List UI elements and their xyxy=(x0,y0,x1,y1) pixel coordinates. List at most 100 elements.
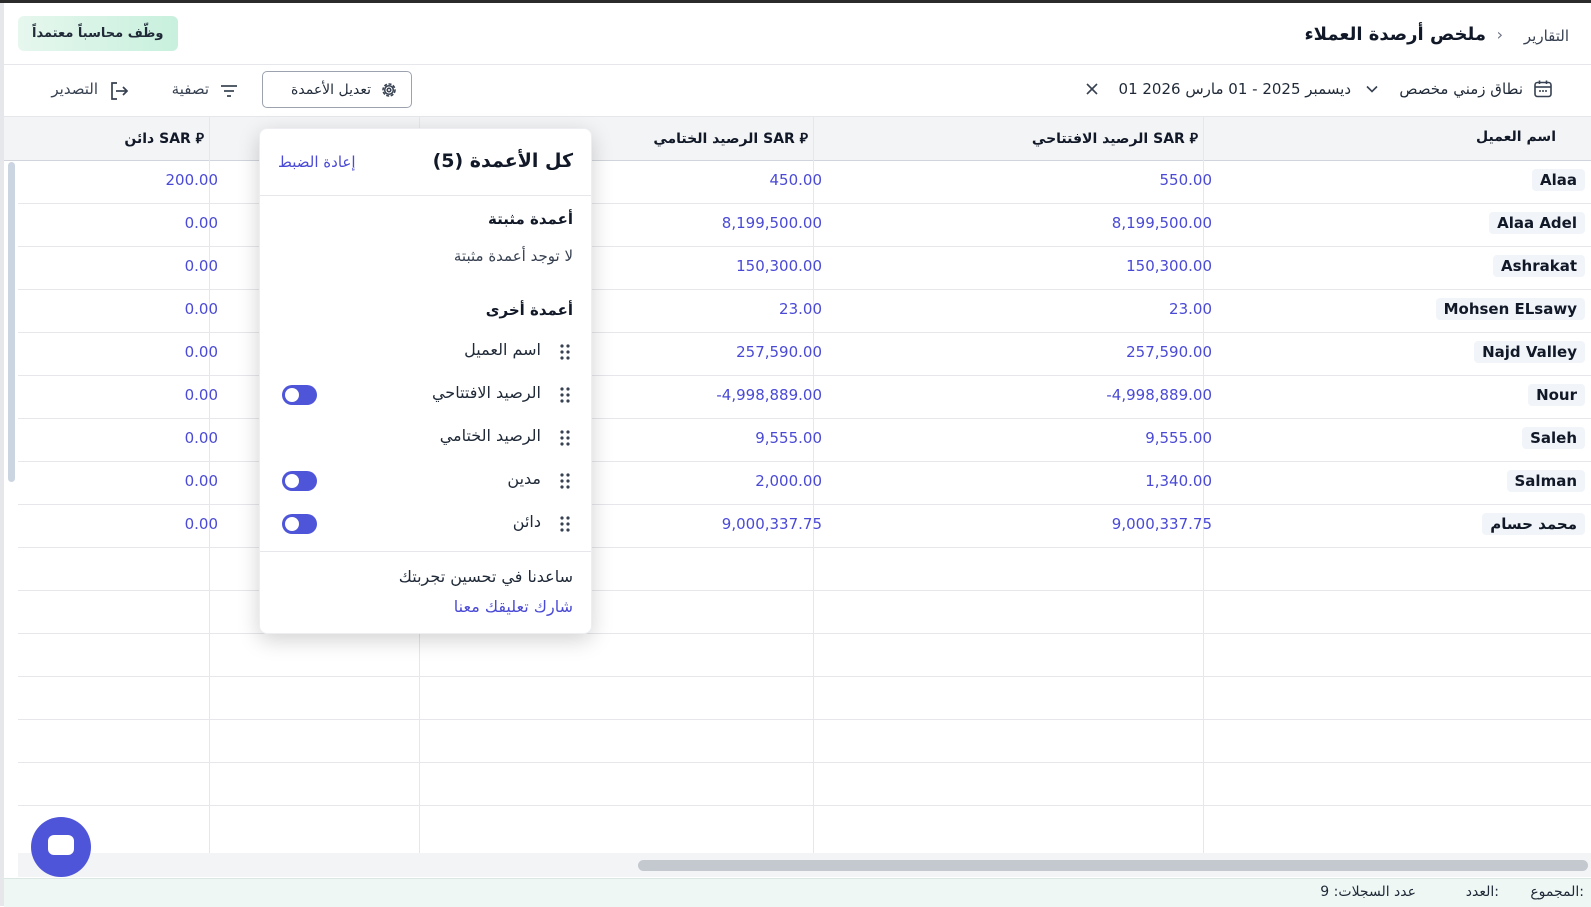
column-option-label: الرصيد الافتتاحي xyxy=(431,383,541,402)
closing-balance-cell: 8,199,500.00 xyxy=(721,214,822,232)
pin-column-toggle[interactable] xyxy=(282,514,317,534)
export-label: التصدير xyxy=(51,80,98,98)
column-option-opening-balance[interactable]: الرصيد الافتتاحي xyxy=(260,380,591,410)
opening-balance-cell: 150,300.00 xyxy=(1126,257,1212,275)
horizontal-scrollbar-thumb[interactable] xyxy=(638,860,1588,871)
report-toolbar: نطاق زمني مخصص 01 ديسمبر 2025 - 01 مارس … xyxy=(4,64,1591,117)
export-button[interactable]: التصدير xyxy=(40,78,130,104)
empty-row xyxy=(18,547,1591,591)
column-header-credit[interactable]: دائن SAR ⃁ xyxy=(124,129,204,147)
table-footer-summary: المجموع: العدد: عدد السجلات: 9 xyxy=(4,878,1591,907)
closing-balance-cell: -4,998,889.00 xyxy=(716,386,822,404)
opening-balance-cell: 257,590.00 xyxy=(1126,343,1212,361)
pin-column-toggle[interactable] xyxy=(282,471,317,491)
column-option-label: دائن xyxy=(512,512,541,531)
customer-name-cell[interactable]: Nour xyxy=(1528,384,1585,406)
table-row[interactable]: Nour -4,998,889.00 -4,998,889.00 0.00 xyxy=(18,375,1591,419)
drag-handle-icon[interactable] xyxy=(559,386,571,404)
chat-bubble-icon xyxy=(48,835,74,855)
customer-name-cell[interactable]: Alaa Adel xyxy=(1489,212,1585,234)
page-title: ملخص أرصدة العملاء xyxy=(1304,24,1486,45)
gear-icon xyxy=(382,83,396,97)
column-option-label: مدين xyxy=(507,469,541,488)
credit-cell: 0.00 xyxy=(184,386,218,404)
footer-records-count: عدد السجلات: 9 xyxy=(1320,884,1416,900)
filter-button[interactable]: تصفية xyxy=(159,78,239,104)
column-option-debit[interactable]: مدين xyxy=(260,466,591,496)
closing-balance-cell: 9,000,337.75 xyxy=(721,515,822,533)
pinned-columns-heading: أعمدة مثبتة xyxy=(488,210,573,228)
export-icon xyxy=(111,82,129,100)
closing-balance-cell: 23.00 xyxy=(779,300,822,318)
page-header: التقارير › ملخص أرصدة العملاء وظّف محاسب… xyxy=(4,3,1591,65)
customer-name-cell[interactable]: Saleh xyxy=(1522,427,1585,449)
customer-name-cell[interactable]: Najd Valley xyxy=(1474,341,1585,363)
breadcrumb-separator: › xyxy=(1496,25,1503,44)
credit-cell: 0.00 xyxy=(184,472,218,490)
empty-row xyxy=(18,676,1591,720)
table-row[interactable]: Najd Valley 257,590.00 257,590.00 0.00 xyxy=(18,332,1591,376)
table-row[interactable]: Mohsen ELsawy 23.00 23.00 0.00 xyxy=(18,289,1591,333)
drag-handle-icon[interactable] xyxy=(559,515,571,533)
opening-balance-cell: 1,340.00 xyxy=(1145,472,1212,490)
customer-balances-table: اسم العميل الرصيد الافتتاحي SAR ⃁ الرصيد… xyxy=(4,117,1591,877)
customer-name-cell[interactable]: Mohsen ELsawy xyxy=(1435,298,1585,320)
feedback-prompt: ساعدنا في تحسين تجربتك xyxy=(398,567,573,586)
chevron-down-icon[interactable] xyxy=(1365,82,1379,96)
reset-columns-link[interactable]: إعادة الضبط xyxy=(278,153,356,171)
chat-support-button[interactable] xyxy=(31,817,91,877)
customer-name-cell[interactable]: Ashrakat xyxy=(1492,255,1585,277)
table-row[interactable]: Saleh 9,555.00 9,555.00 0.00 xyxy=(18,418,1591,462)
date-range-type-select[interactable]: نطاق زمني مخصص xyxy=(1399,80,1523,98)
credit-cell: 0.00 xyxy=(184,343,218,361)
customer-name-cell[interactable]: Alaa xyxy=(1532,169,1585,191)
drag-handle-icon[interactable] xyxy=(559,343,571,361)
other-columns-heading: أعمدة أخرى xyxy=(485,301,573,319)
breadcrumb-reports-link[interactable]: التقارير xyxy=(1524,27,1569,45)
customer-name-cell[interactable]: Salman xyxy=(1506,470,1585,492)
table-row[interactable]: Ashrakat 150,300.00 150,300.00 0.00 xyxy=(18,246,1591,290)
edit-columns-button[interactable]: تعديل الأعمدة xyxy=(262,71,412,108)
opening-balance-cell: 8,199,500.00 xyxy=(1111,214,1212,232)
closing-balance-cell: 2,000.00 xyxy=(755,472,822,490)
column-option-customer-name[interactable]: اسم العميل xyxy=(260,337,591,367)
customer-name-cell[interactable]: محمد حسام xyxy=(1482,513,1585,535)
closing-balance-cell: 150,300.00 xyxy=(736,257,822,275)
drag-handle-icon[interactable] xyxy=(559,429,571,447)
pin-column-toggle[interactable] xyxy=(282,385,317,405)
opening-balance-cell: 9,555.00 xyxy=(1145,429,1212,447)
toggle-knob xyxy=(285,388,299,402)
filter-label: تصفية xyxy=(171,80,209,98)
column-header-customer-name[interactable]: اسم العميل xyxy=(1476,129,1556,145)
edit-columns-label: تعديل الأعمدة xyxy=(291,82,371,98)
table-row[interactable]: محمد حسام 9,000,337.75 9,000,337.75 0.00 xyxy=(18,504,1591,548)
opening-balance-cell: 9,000,337.75 xyxy=(1111,515,1212,533)
date-range-value[interactable]: 01 ديسمبر 2025 - 01 مارس 2026 xyxy=(1119,80,1351,98)
hire-accountant-button[interactable]: وظّف محاسباً معتمداً xyxy=(18,16,178,51)
empty-row xyxy=(18,633,1591,677)
credit-cell: 0.00 xyxy=(184,300,218,318)
table-row[interactable]: Salman 1,340.00 2,000.00 0.00 xyxy=(18,461,1591,505)
share-feedback-link[interactable]: شارك تعليقك معنا xyxy=(454,597,573,616)
table-row[interactable]: Alaa Adel 8,199,500.00 8,199,500.00 0.00 xyxy=(18,203,1591,247)
column-header-opening-balance[interactable]: الرصيد الافتتاحي SAR ⃁ xyxy=(1032,129,1198,147)
vertical-scrollbar[interactable] xyxy=(8,162,15,482)
column-option-credit[interactable]: دائن xyxy=(260,509,591,539)
toggle-knob xyxy=(285,517,299,531)
column-option-closing-balance[interactable]: الرصيد الختامي xyxy=(260,423,591,453)
table-row[interactable]: Alaa 550.00 450.00 200.00 xyxy=(18,160,1591,204)
column-option-label: الرصيد الختامي xyxy=(439,426,541,445)
column-option-label: اسم العميل xyxy=(464,340,541,359)
closing-balance-cell: 450.00 xyxy=(769,171,823,189)
empty-row xyxy=(18,719,1591,763)
credit-cell: 0.00 xyxy=(184,214,218,232)
opening-balance-cell: 23.00 xyxy=(1169,300,1212,318)
close-icon[interactable] xyxy=(1085,82,1099,96)
columns-popover: كل الأعمدة (5) إعادة الضبط أعمدة مثبتة ل… xyxy=(259,128,592,634)
column-header-closing-balance[interactable]: الرصيد الختامي SAR ⃁ xyxy=(653,129,808,147)
calendar-icon[interactable] xyxy=(1533,79,1553,99)
toggle-knob xyxy=(285,474,299,488)
closing-balance-cell: 9,555.00 xyxy=(755,429,822,447)
drag-handle-icon[interactable] xyxy=(559,472,571,490)
popover-divider xyxy=(260,195,591,196)
